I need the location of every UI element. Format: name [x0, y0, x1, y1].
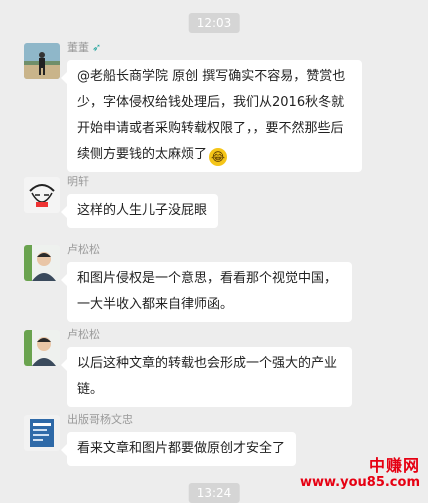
- sender-name: 董董: [67, 41, 89, 54]
- sender-name: 明轩: [67, 175, 89, 188]
- avatar[interactable]: [24, 43, 60, 79]
- avatar[interactable]: [24, 330, 60, 366]
- message-bubble[interactable]: @老船长商学院 原创 撰写确实不容易，赞赏也少，字体侵权给钱处理后，我们从201…: [61, 60, 362, 172]
- message-bubble[interactable]: 看来文章和图片都要做原创才安全了: [60, 432, 297, 466]
- sender-name: 卢松松: [67, 328, 100, 341]
- message-text: 这样的人生儿子没屁眼: [77, 203, 208, 218]
- timestamp: 12:03: [188, 13, 240, 33]
- verified-badge-icon: ➶: [92, 41, 102, 54]
- sender-name: 卢松松: [67, 243, 100, 256]
- avatar[interactable]: [24, 177, 60, 213]
- laughing-emoji-icon: 😂: [209, 148, 228, 166]
- avatar[interactable]: [24, 415, 60, 451]
- message-bubble[interactable]: 和图片侵权是一个意思，看看那个视觉中国，一大半收入都来自律师函。: [61, 262, 352, 322]
- avatar[interactable]: [24, 245, 60, 281]
- message-bubble[interactable]: 这样的人生儿子没屁眼: [60, 194, 219, 228]
- watermark-brand: 中赚网: [368, 456, 420, 475]
- watermark-url: www.you85.com: [299, 475, 420, 490]
- timestamp: 13:24: [188, 483, 240, 503]
- message-text: @老船长商学院 原创 撰写确实不容易，赞赏也少，字体侵权给钱处理后，我们从201…: [77, 69, 346, 162]
- watermark-logo: 中赚网 www.you85.com: [299, 456, 420, 490]
- sender-name: 出版哥杨文忠: [67, 413, 133, 426]
- message-bubble[interactable]: 以后这种文章的转载也会形成一个强大的产业链。: [61, 347, 352, 407]
- message-text: 和图片侵权是一个意思，看看那个视觉中国，一大半收入都来自律师函。: [77, 271, 338, 312]
- message-text: 看来文章和图片都要做原创才安全了: [77, 441, 286, 456]
- message-text: 以后这种文章的转载也会形成一个强大的产业链。: [77, 356, 338, 397]
